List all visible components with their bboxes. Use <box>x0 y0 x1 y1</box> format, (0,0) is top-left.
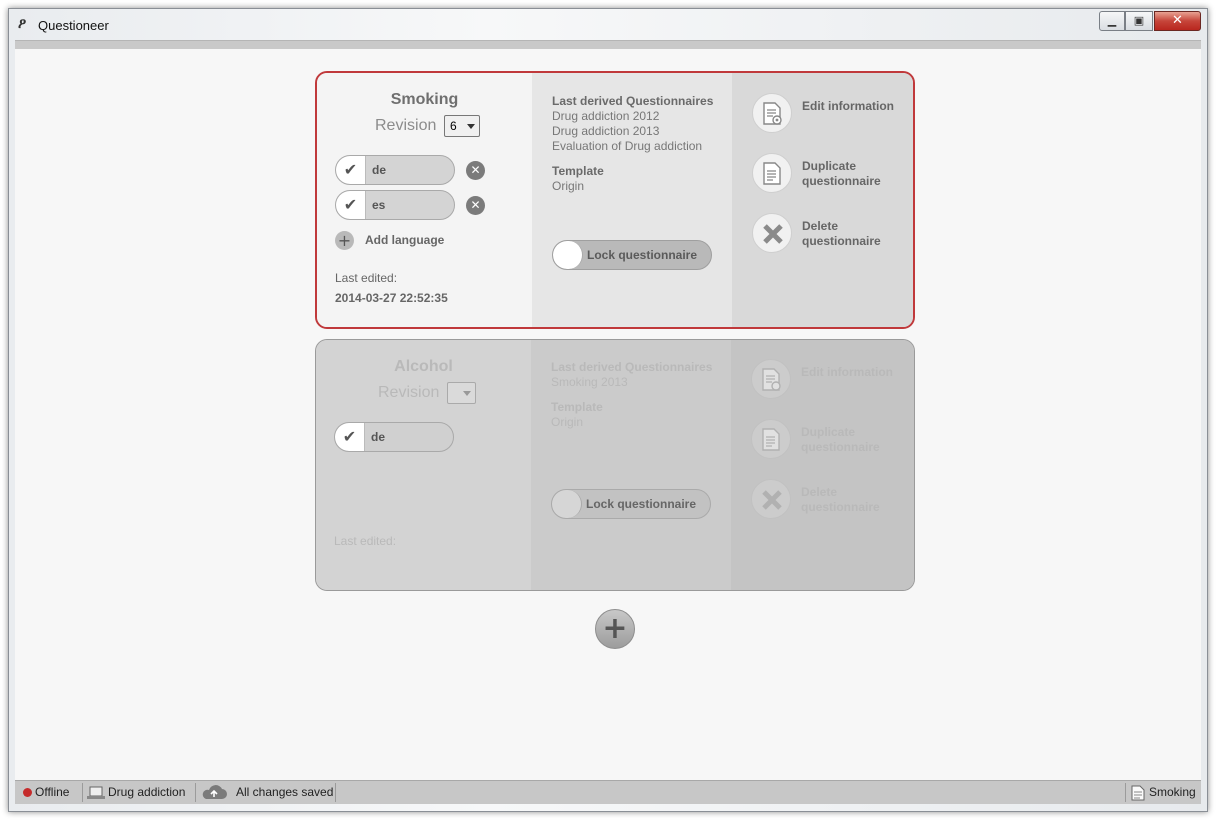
derived-item: Drug addiction 2013 <box>552 124 660 138</box>
toggle-knob <box>552 490 582 518</box>
plus-icon: + <box>602 611 628 646</box>
chevron-down-icon <box>463 391 471 396</box>
lock-questionnaire-toggle[interactable]: Lock questionnaire <box>552 240 712 270</box>
language-toggle-de[interactable]: ✔ de <box>335 155 455 185</box>
cloud-upload-icon <box>202 785 227 799</box>
derived-title: Last derived Questionnaires <box>552 94 714 108</box>
connection-label: Offline <box>35 785 70 799</box>
lock-label: Lock questionnaire <box>587 248 698 262</box>
language-toggle-de[interactable]: ✔ de <box>334 422 454 452</box>
add-questionnaire-button[interactable]: + <box>595 609 635 649</box>
derived-item: Drug addiction 2012 <box>552 109 660 123</box>
revision-label: Revision <box>378 384 440 401</box>
app-window: ዖ Questioneer ▁ ▣ ✕ Smoking Revision 6 ✔… <box>8 8 1208 812</box>
offline-dot-icon <box>23 788 32 797</box>
delete-x-icon[interactable] <box>751 479 791 519</box>
card-info-column: Smoking Revision 6 ✔ de ✕ ✔ es ✕ + Add lan… <box>317 73 532 327</box>
lock-questionnaire-toggle[interactable]: Lock questionnaire <box>551 489 711 519</box>
toolbar-strip <box>15 40 1201 49</box>
questionnaire-card-alcohol[interactable]: Alcohol Revision ✔ de Last edited: Last d… <box>315 339 915 591</box>
checkmark-icon: ✔ <box>336 156 366 184</box>
window-title: Questioneer <box>38 18 109 33</box>
card-derived-column: Last derived Questionnaires Drug addicti… <box>532 73 732 327</box>
template-title: Template <box>552 164 604 178</box>
revision-select[interactable] <box>447 382 476 404</box>
edit-document-icon[interactable] <box>751 359 791 399</box>
duplicate-document-icon[interactable] <box>751 419 791 459</box>
template-value: Origin <box>552 179 585 193</box>
derived-title: Last derived Questionnaires <box>551 360 713 374</box>
edit-information-button[interactable]: Edit information <box>801 365 911 380</box>
laptop-icon <box>87 786 105 799</box>
last-edited-label: Last edited: <box>334 534 397 548</box>
card-actions-column: Edit information Duplicate questionnaire… <box>732 73 913 327</box>
template-value: Origin <box>551 415 584 429</box>
revision-select[interactable]: 6 <box>444 115 480 137</box>
template-title: Template <box>551 400 603 414</box>
duplicate-questionnaire-button[interactable]: Duplicate questionnaire <box>801 425 911 455</box>
edit-document-icon[interactable] <box>752 93 792 133</box>
current-questionnaire-status[interactable]: Smoking <box>1125 783 1201 802</box>
lock-label: Lock questionnaire <box>586 497 697 511</box>
remove-language-icon[interactable]: ✕ <box>466 196 485 215</box>
derived-item: Smoking 2013 <box>551 375 628 389</box>
status-bar: Offline Drug addiction All changes saved… <box>15 780 1201 804</box>
minimize-button[interactable]: ▁ <box>1099 11 1125 31</box>
questionnaire-name[interactable]: Smoking <box>317 91 532 109</box>
questionnaire-card-smoking[interactable]: Smoking Revision 6 ✔ de ✕ ✔ es ✕ + Add lan… <box>315 71 915 329</box>
add-language-link[interactable]: Add language <box>365 233 444 247</box>
language-label: de <box>371 430 386 444</box>
revision-value: 6 <box>450 119 457 133</box>
duplicate-document-icon[interactable] <box>752 153 792 193</box>
language-label: es <box>372 198 386 212</box>
card-derived-column: Last derived Questionnaires Smoking 2013… <box>531 340 731 590</box>
main-content: Smoking Revision 6 ✔ de ✕ ✔ es ✕ + Add lan… <box>15 49 1201 780</box>
project-status[interactable]: Drug addiction <box>83 783 196 802</box>
delete-questionnaire-button[interactable]: Delete questionnaire <box>802 219 912 249</box>
close-icon: ✕ <box>1172 13 1183 28</box>
save-state-label: All changes saved <box>236 785 334 799</box>
delete-x-icon[interactable] <box>752 213 792 253</box>
checkmark-icon: ✔ <box>335 423 365 451</box>
current-questionnaire-label: Smoking <box>1149 785 1196 799</box>
maximize-icon: ▣ <box>1133 14 1145 27</box>
maximize-button[interactable]: ▣ <box>1125 11 1153 31</box>
language-toggle-es[interactable]: ✔ es <box>335 190 455 220</box>
language-label: de <box>372 163 387 177</box>
edit-information-button[interactable]: Edit information <box>802 99 912 114</box>
remove-language-icon[interactable]: ✕ <box>466 161 485 180</box>
duplicate-questionnaire-button[interactable]: Duplicate questionnaire <box>802 159 912 189</box>
toggle-knob <box>553 241 583 269</box>
last-edited-value: 2014-03-27 22:52:35 <box>335 291 448 305</box>
card-actions-column: Edit information Duplicate questionnaire… <box>731 340 914 590</box>
add-language-icon[interactable]: + <box>335 231 354 250</box>
delete-questionnaire-button[interactable]: Delete questionnaire <box>801 485 911 515</box>
minimize-icon: ▁ <box>1107 14 1117 27</box>
questionnaire-name[interactable]: Alcohol <box>316 358 531 376</box>
close-button[interactable]: ✕ <box>1154 11 1201 31</box>
checkmark-icon: ✔ <box>336 191 366 219</box>
chevron-down-icon <box>467 124 475 129</box>
app-logo-icon: ዖ <box>18 16 27 32</box>
document-icon <box>1131 785 1145 801</box>
save-status: All changes saved <box>196 783 336 802</box>
derived-item: Evaluation of Drug addiction <box>552 139 703 153</box>
last-edited-label: Last edited: <box>335 271 398 285</box>
project-label: Drug addiction <box>108 785 186 799</box>
revision-label: Revision <box>375 117 437 134</box>
connection-status: Offline <box>15 783 83 802</box>
card-info-column: Alcohol Revision ✔ de Last edited: <box>316 340 531 590</box>
title-bar: ዖ Questioneer ▁ ▣ ✕ <box>9 9 1207 41</box>
